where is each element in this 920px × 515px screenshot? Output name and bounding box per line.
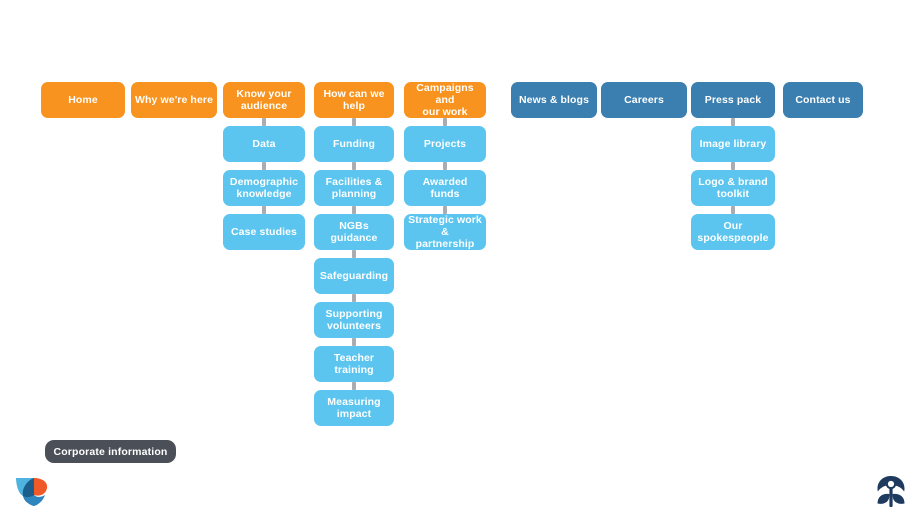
sitemap-child-campaigns-and-our-work-0[interactable]: Projects [404, 126, 486, 162]
sitemap-child-how-can-we-help-2[interactable]: NGBs guidance [314, 214, 394, 250]
sitemap-child-know-your-audience-2[interactable]: Case studies [223, 214, 305, 250]
sitemap-root-know-your-audience[interactable]: Know your audience [223, 82, 305, 118]
sitemap-root-news-and-blogs[interactable]: News & blogs [511, 82, 597, 118]
connector-press-pack-0 [731, 118, 735, 126]
sitemap-root-campaigns-and-our-work[interactable]: Campaigns and our work [404, 82, 486, 118]
sitemap-root-press-pack[interactable]: Press pack [691, 82, 775, 118]
connector-how-can-we-help-0 [352, 118, 356, 126]
flower-petal-logo [16, 478, 48, 506]
sitemap-child-press-pack-1[interactable]: Logo & brand toolkit [691, 170, 775, 206]
connector-press-pack-1 [731, 162, 735, 170]
sitemap-root-contact-us[interactable]: Contact us [783, 82, 863, 118]
connector-press-pack-2 [731, 206, 735, 214]
corporate-information-button[interactable]: Corporate information [45, 440, 176, 463]
connector-know-your-audience-0 [262, 118, 266, 126]
connector-how-can-we-help-5 [352, 338, 356, 346]
connector-campaigns-and-our-work-0 [443, 118, 447, 126]
sitemap-root-why-were-here[interactable]: Why we're here [131, 82, 217, 118]
connector-how-can-we-help-3 [352, 250, 356, 258]
sitemap-child-how-can-we-help-1[interactable]: Facilities & planning [314, 170, 394, 206]
connector-how-can-we-help-4 [352, 294, 356, 302]
sitemap-child-press-pack-2[interactable]: Our spokespeople [691, 214, 775, 250]
connector-how-can-we-help-6 [352, 382, 356, 390]
sitemap-child-how-can-we-help-3[interactable]: Safeguarding [314, 258, 394, 294]
sitemap-child-know-your-audience-0[interactable]: Data [223, 126, 305, 162]
connector-campaigns-and-our-work-2 [443, 206, 447, 214]
sitemap-root-how-can-we-help[interactable]: How can we help [314, 82, 394, 118]
connector-how-can-we-help-1 [352, 162, 356, 170]
person-emblem-logo [877, 476, 905, 507]
sitemap-root-home[interactable]: Home [41, 82, 125, 118]
connector-how-can-we-help-2 [352, 206, 356, 214]
connector-know-your-audience-1 [262, 162, 266, 170]
sitemap-child-campaigns-and-our-work-1[interactable]: Awarded funds [404, 170, 486, 206]
sitemap-child-know-your-audience-1[interactable]: Demographic knowledge [223, 170, 305, 206]
sitemap-child-how-can-we-help-5[interactable]: Teacher training [314, 346, 394, 382]
sitemap-child-how-can-we-help-0[interactable]: Funding [314, 126, 394, 162]
connector-know-your-audience-2 [262, 206, 266, 214]
connector-campaigns-and-our-work-1 [443, 162, 447, 170]
sitemap-child-how-can-we-help-6[interactable]: Measuring impact [314, 390, 394, 426]
sitemap-child-campaigns-and-our-work-2[interactable]: Strategic work & partnership [404, 214, 486, 250]
sitemap-canvas: Home Why we're here Know your audience Data… [0, 0, 920, 515]
sitemap-child-press-pack-0[interactable]: Image library [691, 126, 775, 162]
sitemap-child-how-can-we-help-4[interactable]: Supporting volunteers [314, 302, 394, 338]
sitemap-root-careers[interactable]: Careers [601, 82, 687, 118]
